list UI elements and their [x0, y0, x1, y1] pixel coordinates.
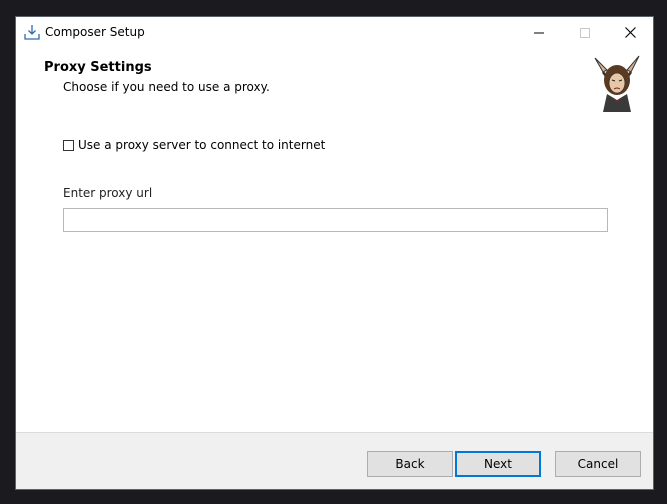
- use-proxy-checkbox[interactable]: Use a proxy server to connect to interne…: [63, 138, 325, 152]
- proxy-url-label: Enter proxy url: [63, 186, 153, 200]
- button-bar: Back Next Cancel: [16, 432, 653, 489]
- maximize-icon: [580, 23, 590, 42]
- minimize-icon: [534, 23, 544, 42]
- checkbox-box[interactable]: [63, 139, 74, 151]
- composer-conductor-logo: [589, 50, 645, 114]
- window-title: Composer Setup: [45, 25, 145, 39]
- proxy-url-input[interactable]: [63, 208, 608, 232]
- cancel-button[interactable]: Cancel: [555, 451, 641, 477]
- page-subheading: Choose if you need to use a proxy.: [63, 80, 270, 94]
- page-heading: Proxy Settings: [44, 60, 152, 75]
- maximize-button[interactable]: [562, 17, 608, 47]
- setup-window: Composer Setup Proxy Settings Choose if …: [15, 16, 654, 490]
- minimize-button[interactable]: [516, 17, 562, 47]
- back-button[interactable]: Back: [367, 451, 453, 477]
- close-button[interactable]: [607, 17, 653, 47]
- close-icon: [624, 23, 636, 42]
- use-proxy-label: Use a proxy server to connect to interne…: [78, 138, 326, 152]
- next-button[interactable]: Next: [455, 451, 541, 477]
- title-bar[interactable]: Composer Setup: [16, 17, 653, 47]
- installer-download-icon: [23, 23, 41, 41]
